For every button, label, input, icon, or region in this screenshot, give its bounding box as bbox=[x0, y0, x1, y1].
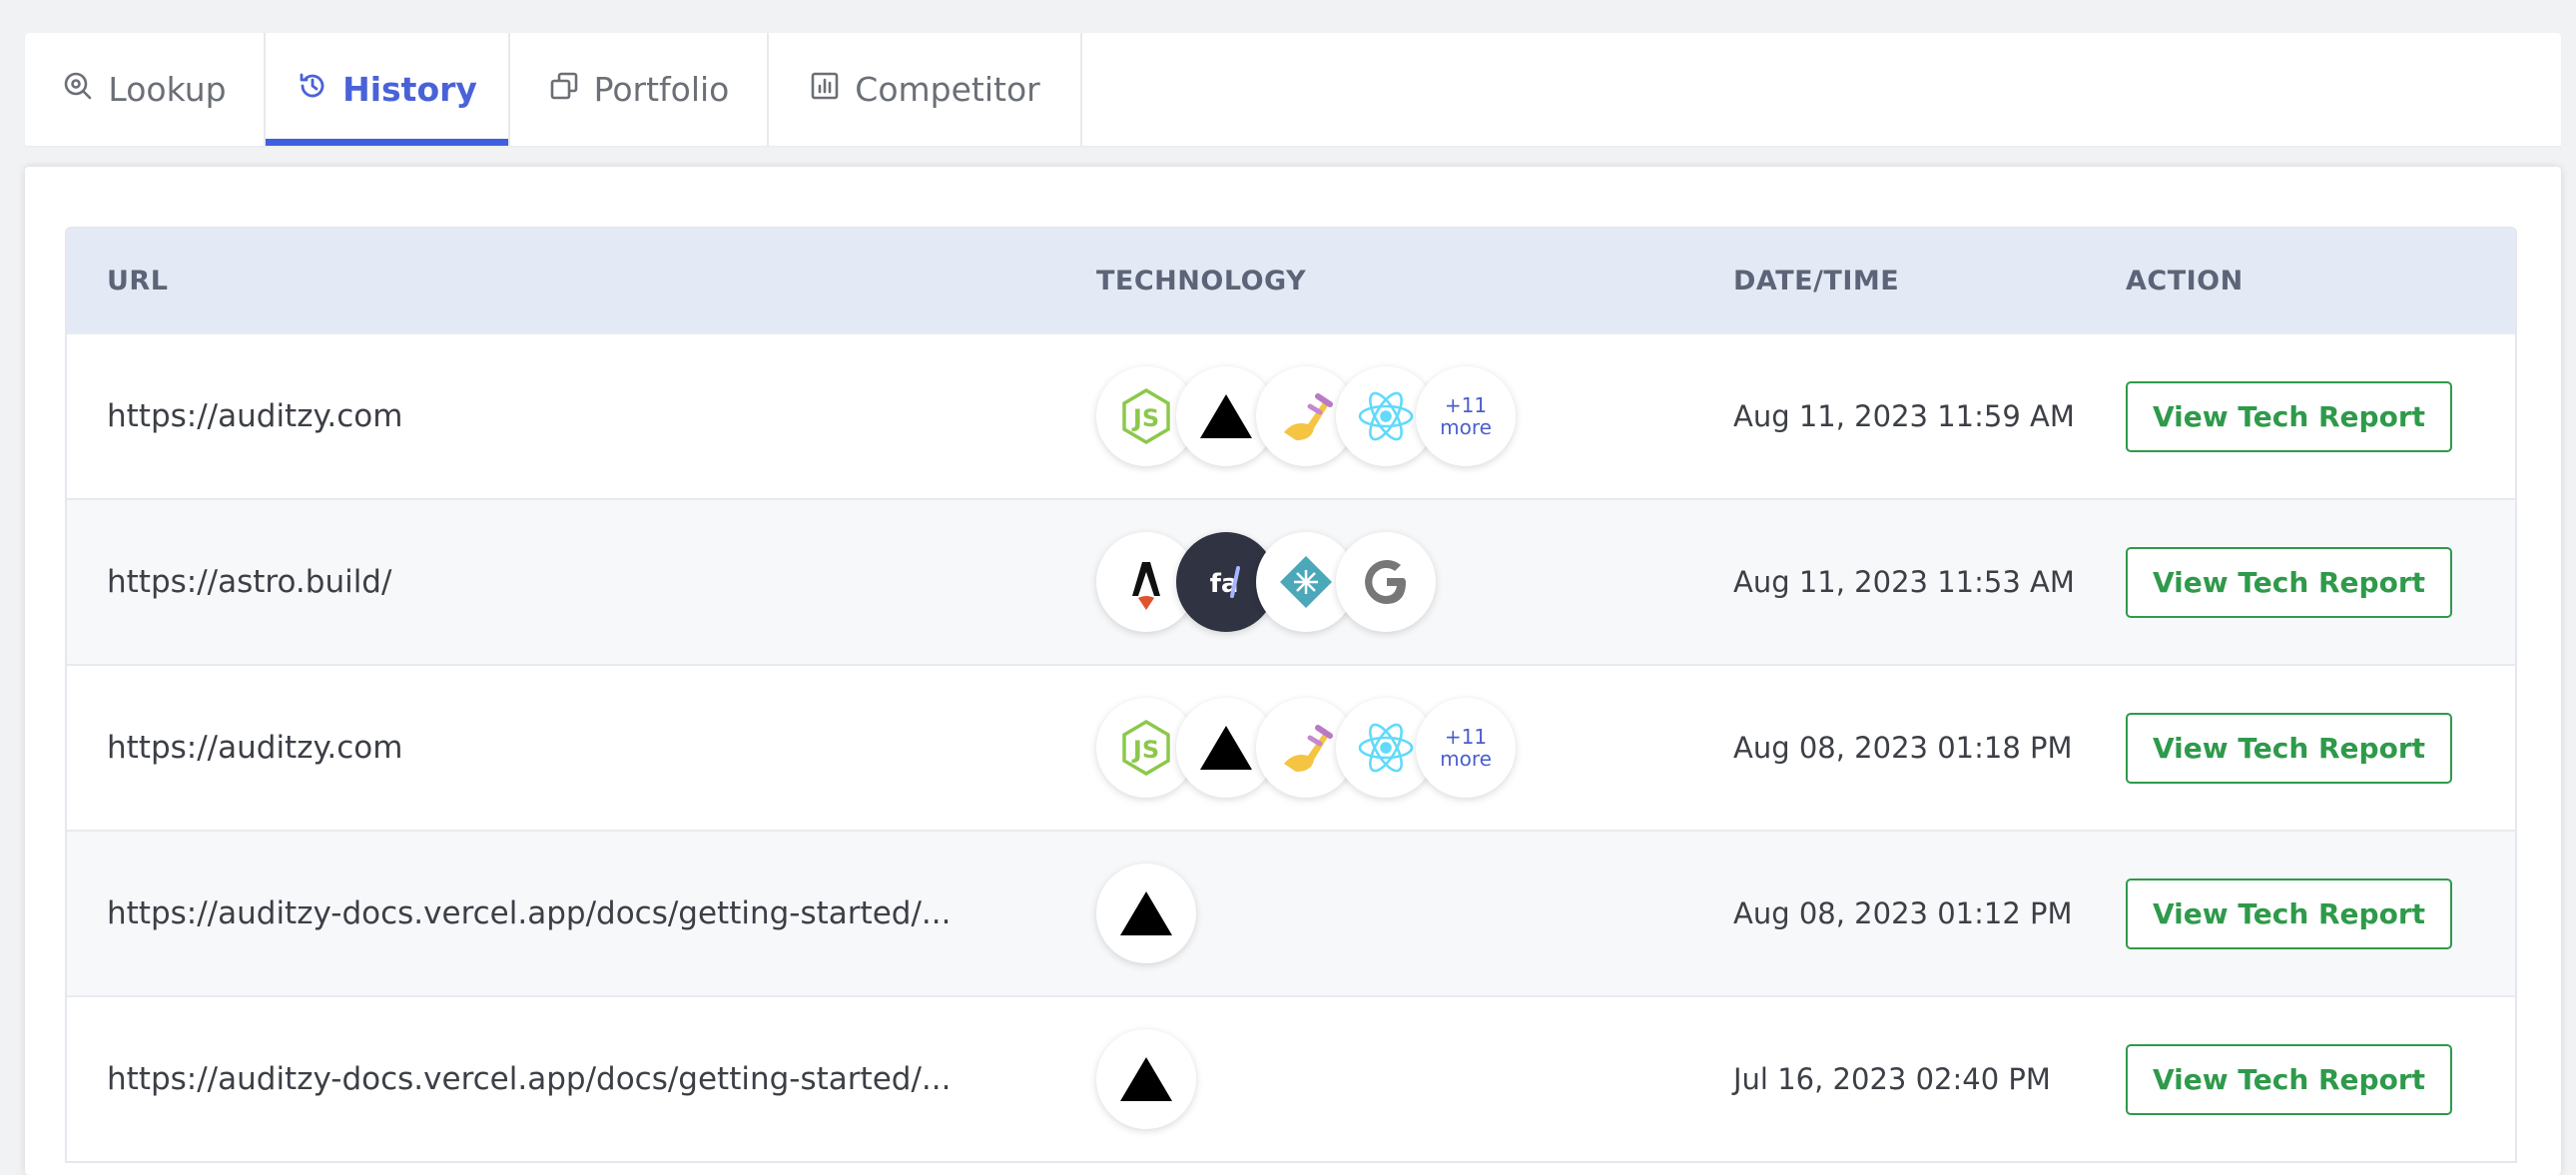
table-row: https://auditzy-docs.vercel.app/docs/get… bbox=[67, 995, 2515, 1161]
view-tech-report-button[interactable]: View Tech Report bbox=[2126, 878, 2452, 949]
technology-cell bbox=[1096, 997, 1196, 1161]
action-cell: View Tech Report bbox=[2126, 666, 2452, 830]
table-header: URL TECHNOLOGY DATE/TIME ACTION bbox=[67, 229, 2515, 332]
more-count: +11 bbox=[1444, 725, 1488, 749]
more-technologies-badge[interactable]: +11 more bbox=[1416, 698, 1516, 798]
technology-cell: JS +11 more bbox=[1096, 666, 1516, 830]
technology-cell bbox=[1096, 832, 1196, 995]
url-cell: https://auditzy.com bbox=[107, 730, 403, 766]
more-technologies-badge[interactable]: +11 more bbox=[1416, 366, 1516, 466]
tab-competitor[interactable]: Competitor bbox=[769, 33, 1082, 146]
action-cell: View Tech Report bbox=[2126, 997, 2452, 1161]
action-cell: View Tech Report bbox=[2126, 832, 2452, 995]
url-cell: https://astro.build/ bbox=[107, 564, 392, 600]
tab-portfolio[interactable]: Portfolio bbox=[510, 33, 769, 146]
svg-text:JS: JS bbox=[1131, 404, 1159, 432]
history-panel: URL TECHNOLOGY DATE/TIME ACTION https://… bbox=[25, 167, 2561, 1175]
tab-label: Portfolio bbox=[593, 70, 730, 109]
chart-icon bbox=[809, 70, 841, 110]
action-cell: View Tech Report bbox=[2126, 500, 2452, 664]
table-row: https://auditzy-docs.vercel.app/docs/get… bbox=[67, 830, 2515, 995]
table-row: https://astro.build/ fa Aug 11, 2023 11:… bbox=[67, 498, 2515, 664]
view-tech-report-button[interactable]: View Tech Report bbox=[2126, 712, 2452, 784]
table-row: https://auditzy.com JS bbox=[67, 664, 2515, 830]
header-action: ACTION bbox=[2126, 265, 2244, 296]
tab-label: Competitor bbox=[855, 70, 1040, 109]
more-label: more bbox=[1440, 747, 1492, 771]
history-table: URL TECHNOLOGY DATE/TIME ACTION https://… bbox=[65, 227, 2517, 1163]
technology-cell: JS +11 more bbox=[1096, 334, 1516, 498]
datetime-cell: Aug 11, 2023 11:53 AM bbox=[1733, 565, 2075, 599]
more-count: +11 bbox=[1444, 393, 1488, 417]
table-row: https://auditzy.com JS bbox=[67, 332, 2515, 498]
history-icon bbox=[297, 70, 328, 110]
datetime-cell: Aug 11, 2023 11:59 AM bbox=[1733, 399, 2075, 433]
vercel-icon[interactable] bbox=[1096, 1029, 1196, 1129]
header-datetime: DATE/TIME bbox=[1733, 265, 1900, 296]
search-icon bbox=[62, 70, 94, 110]
tab-lookup[interactable]: Lookup bbox=[25, 33, 266, 146]
url-cell: https://auditzy-docs.vercel.app/docs/get… bbox=[107, 1061, 952, 1097]
datetime-cell: Jul 16, 2023 02:40 PM bbox=[1733, 1062, 2051, 1096]
header-technology: TECHNOLOGY bbox=[1096, 265, 1307, 296]
tab-history[interactable]: History bbox=[266, 33, 510, 146]
header-url: URL bbox=[107, 265, 169, 296]
url-cell: https://auditzy-docs.vercel.app/docs/get… bbox=[107, 895, 952, 931]
svg-text:JS: JS bbox=[1131, 736, 1159, 764]
tab-bar: Lookup History Portfolio Competitor bbox=[25, 33, 2561, 146]
tab-label: History bbox=[342, 70, 477, 109]
datetime-cell: Aug 08, 2023 01:12 PM bbox=[1733, 896, 2073, 930]
technology-cell: fa bbox=[1096, 500, 1436, 664]
more-label: more bbox=[1440, 415, 1492, 439]
vercel-icon[interactable] bbox=[1096, 864, 1196, 963]
portfolio-icon bbox=[548, 70, 580, 110]
view-tech-report-button[interactable]: View Tech Report bbox=[2126, 380, 2452, 452]
google-icon[interactable] bbox=[1336, 532, 1436, 632]
tab-label: Lookup bbox=[108, 70, 227, 109]
url-cell: https://auditzy.com bbox=[107, 398, 403, 434]
datetime-cell: Aug 08, 2023 01:18 PM bbox=[1733, 731, 2073, 765]
view-tech-report-button[interactable]: View Tech Report bbox=[2126, 1043, 2452, 1115]
view-tech-report-button[interactable]: View Tech Report bbox=[2126, 546, 2452, 618]
action-cell: View Tech Report bbox=[2126, 334, 2452, 498]
